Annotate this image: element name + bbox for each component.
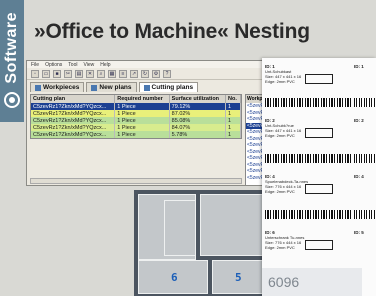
panel-number: 6 — [171, 271, 178, 284]
table-cell: C5zevRz1?Zkn/xMd?YQzcx... — [31, 131, 116, 138]
part-diagram-icon — [305, 74, 333, 84]
table-cell: 1 Piece — [114, 110, 170, 117]
label-id: ID: 1 — [354, 64, 364, 69]
part-label: ID: 5 — [354, 230, 376, 268]
table-cell: C5zevRz1?Zkn/xMd?YQzcx... — [31, 124, 116, 131]
part-label: ID: 4 — [354, 174, 376, 212]
menu-options[interactable]: Options — [45, 62, 62, 68]
help-icon[interactable]: ? — [163, 69, 171, 78]
table-cell: 1 Piece — [114, 124, 170, 131]
table-cell: 1 — [225, 117, 241, 124]
cut-icon[interactable]: ✂ — [64, 69, 72, 78]
refresh-icon[interactable]: ↻ — [141, 69, 149, 78]
export-icon[interactable]: ↗ — [130, 69, 138, 78]
section-tab-label: Software — [3, 12, 20, 84]
label-id: ID: 5 — [354, 230, 364, 235]
label-id: ID: 2 — [354, 118, 364, 123]
workpieces-icon — [35, 84, 41, 91]
barcode — [265, 154, 351, 163]
tab-new-plans-label: New plans — [99, 84, 132, 91]
part-label: ID: 2 Unt-Schubk?rue Size: 447 x 441 x 1… — [265, 118, 351, 156]
tab-strip: Workpieces New plans Cutting plans — [27, 80, 270, 92]
table-cell: 1 Piece — [114, 103, 170, 110]
open-icon[interactable]: ▭ — [42, 69, 50, 78]
table-cell: 5.78% — [169, 131, 227, 138]
table-cell: 1 — [225, 124, 241, 131]
part-diagram-icon — [305, 184, 333, 194]
table-row[interactable]: C5zevRz1?Zkn/xMd?YQzcx... 1 Piece 5.78% … — [31, 131, 241, 138]
column-header[interactable]: Surface utilization — [169, 95, 227, 103]
table-cell: C5zevRz1?Zkn/xMd?YQzcx... — [31, 110, 116, 117]
part-label: ID: 6 Unterschrank Tu-nnes Size: 776 x 4… — [265, 230, 351, 268]
nesting-view: 4 6 5 — [134, 190, 272, 296]
table-row[interactable]: C5zevRz1?Zkn/xMd?YQzcx... 1 Piece 87.02%… — [31, 110, 241, 117]
part-diagram-icon — [305, 128, 333, 138]
table-row[interactable]: C5zevRz1?Zkn/xMd?YQzcx... 1 Piece 84.07%… — [31, 124, 241, 131]
part-label: ID: 2 — [354, 118, 376, 156]
barcode — [354, 210, 376, 219]
table-cell: 1 — [225, 103, 241, 110]
table-header: Cutting plan Required number Surface uti… — [31, 95, 241, 103]
part-label: ID: 1 Unt-Schubkast Size: 447 x 441 x 16… — [265, 64, 351, 102]
panel-number: 5 — [235, 271, 242, 284]
part-label: ID: 4 Spuelenabdeck-Ta-nnes Size: 776 x … — [265, 174, 351, 212]
print-icon[interactable]: ▤ — [75, 69, 83, 78]
table-row[interactable]: C5zevRz1?Zkn/xMd?YQzcx... 1 Piece 79.12%… — [31, 103, 241, 110]
menu-help[interactable]: Help — [100, 62, 110, 68]
nest-panel — [164, 200, 196, 256]
new-plans-icon — [91, 84, 98, 91]
menu-bar: File Options Tool View Help — [27, 61, 270, 68]
table-row[interactable]: C5zevRz1?Zkn/xMd?YQzcx... 1 Piece 85.08%… — [31, 117, 241, 124]
tab-cutting-plans[interactable]: Cutting plans — [138, 82, 199, 92]
table-cell: 87.02% — [169, 110, 227, 117]
menu-tool[interactable]: Tool — [68, 62, 77, 68]
column-header[interactable]: Cutting plan — [31, 95, 116, 103]
menu-file[interactable]: File — [31, 62, 39, 68]
horizontal-scrollbar[interactable] — [30, 178, 242, 184]
column-header[interactable]: No. — [225, 95, 241, 103]
list-icon[interactable]: ≡ — [119, 69, 127, 78]
cutting-plans-table: Cutting plan Required number Surface uti… — [30, 94, 242, 139]
table-cell: 79.12% — [169, 103, 227, 110]
nest-panel-6[interactable]: 6 — [138, 260, 208, 294]
tab-new-plans[interactable]: New plans — [86, 82, 137, 92]
barcode — [265, 210, 351, 219]
cd-disc-icon — [4, 92, 20, 108]
part-label: ID: 1 — [354, 64, 376, 102]
toolbar: ▫ ▭ ■ ✂ ▤ ✕ ⌕ ▦ ≡ ↗ ↻ ⚙ ? — [27, 68, 270, 80]
table-cell: C5zevRz1?Zkn/xMd?YQzcx... — [31, 117, 116, 124]
nest-panel-4[interactable]: 4 — [173, 194, 270, 256]
article-headline: »Office to Machine« Nesting — [34, 20, 310, 43]
label-sheet: ID: 1 Unt-Schubkast Size: 447 x 441 x 16… — [262, 58, 376, 296]
label-id: ID: 4 — [354, 174, 364, 179]
app-window: File Options Tool View Help ▫ ▭ ■ ✂ ▤ ✕ … — [26, 60, 271, 186]
table-cell: 84.07% — [169, 124, 227, 131]
settings-icon[interactable]: ⚙ — [152, 69, 160, 78]
grid-icon[interactable]: ▦ — [108, 69, 116, 78]
section-tab: Software — [0, 0, 24, 122]
column-header[interactable]: Required number — [114, 95, 170, 103]
code-stamp: 6096 — [262, 268, 362, 296]
menu-view[interactable]: View — [83, 62, 94, 68]
part-diagram-icon — [305, 240, 333, 250]
cutting-plans-icon — [143, 84, 150, 91]
table-cell: C5zevRz1?Zkn/xMd?YQzcx... — [31, 103, 116, 110]
delete-icon[interactable]: ✕ — [86, 69, 94, 78]
barcode — [354, 98, 376, 107]
table-cell: 85.08% — [169, 117, 227, 124]
table-cell: 1 Piece — [114, 117, 170, 124]
tab-workpieces-label: Workpieces — [43, 84, 80, 91]
table-cell: 1 — [225, 131, 241, 138]
new-icon[interactable]: ▫ — [31, 69, 39, 78]
table-cell: 1 — [225, 110, 241, 117]
barcode — [354, 154, 376, 163]
save-icon[interactable]: ■ — [53, 69, 61, 78]
table-cell: 1 Piece — [114, 131, 170, 138]
tab-workpieces[interactable]: Workpieces — [30, 82, 85, 92]
tab-cutting-plans-label: Cutting plans — [151, 84, 194, 91]
zoom-icon[interactable]: ⌕ — [97, 69, 105, 78]
barcode — [265, 98, 351, 107]
